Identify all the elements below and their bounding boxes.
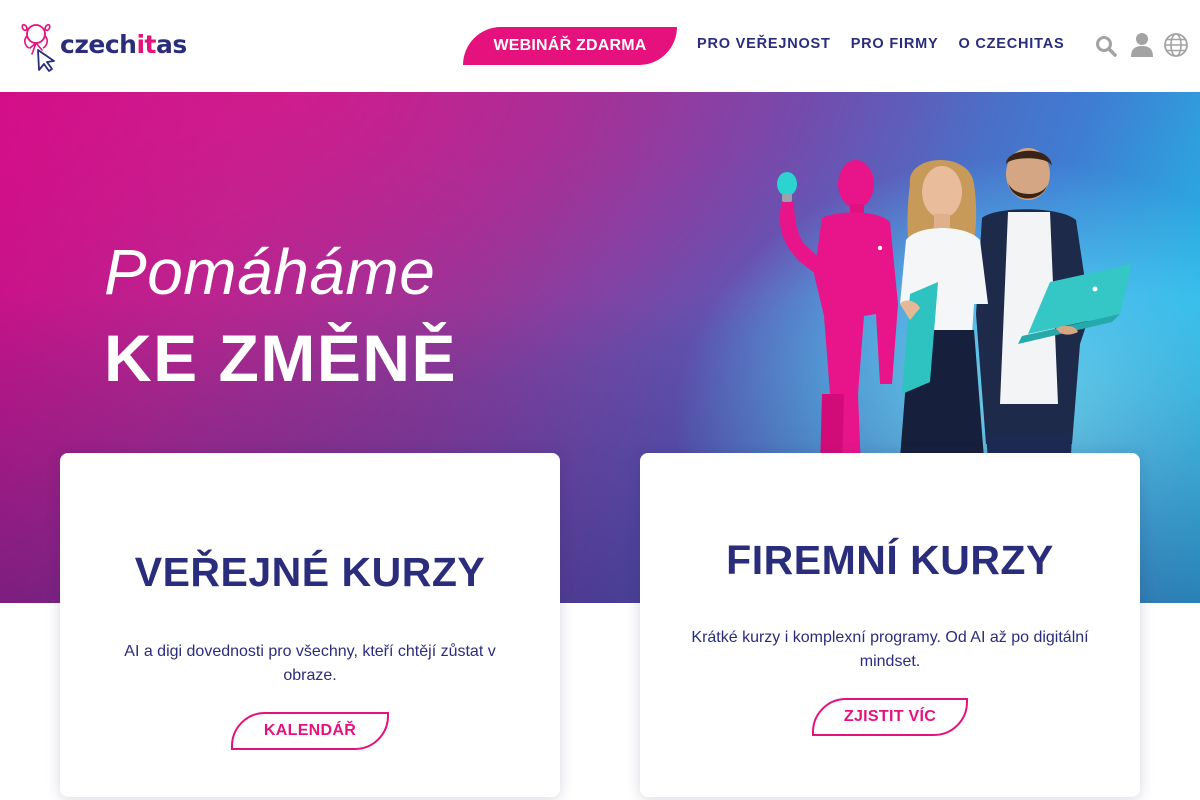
site-header: czechitas WEBINÁŘ ZDARMA PRO VEŘEJNOST P…	[0, 0, 1200, 92]
user-icon[interactable]	[1130, 32, 1154, 58]
card-description: AI a digi dovednosti pro všechny, kteří …	[124, 643, 496, 684]
nav-item-pro-verejnost[interactable]: PRO VEŘEJNOST	[697, 36, 831, 52]
free-webinar-button[interactable]: WEBINÁŘ ZDARMA	[463, 27, 677, 65]
czechitas-girl-cursor-logo-icon	[21, 23, 55, 72]
card-description: Krátké kurzy i komplexní programy. Od AI…	[691, 629, 1089, 670]
hero-title: KE ZMĚNĚ	[104, 321, 458, 395]
main-nav: PRO VEŘEJNOST PRO FIRMY O CZECHITAS	[697, 36, 1064, 52]
nav-item-pro-firmy[interactable]: PRO FIRMY	[851, 36, 939, 52]
card-title: VEŘEJNÉ KURZY	[134, 549, 486, 595]
public-courses-card: VEŘEJNÉ KURZY AI a digi dovednosti pro v…	[60, 453, 560, 797]
nav-item-o-czechitas[interactable]: O CZECHITAS	[958, 36, 1064, 52]
corporate-courses-card: FIREMNÍ KURZY Krátké kurzy i komplexní p…	[640, 453, 1140, 797]
hero-subtitle: Pomáháme	[104, 236, 436, 308]
logo-wordmark: czechitas	[60, 29, 187, 59]
globe-icon[interactable]	[1163, 32, 1189, 58]
lightbulb-icon	[777, 172, 797, 202]
calendar-button[interactable]: KALENDÁŘ	[231, 712, 389, 750]
czechitas-logo[interactable]: czechitas	[20, 20, 187, 72]
search-icon[interactable]	[1094, 33, 1118, 59]
learn-more-button[interactable]: ZJISTIT VÍC	[812, 698, 968, 736]
card-title: FIREMNÍ KURZY	[726, 537, 1054, 583]
